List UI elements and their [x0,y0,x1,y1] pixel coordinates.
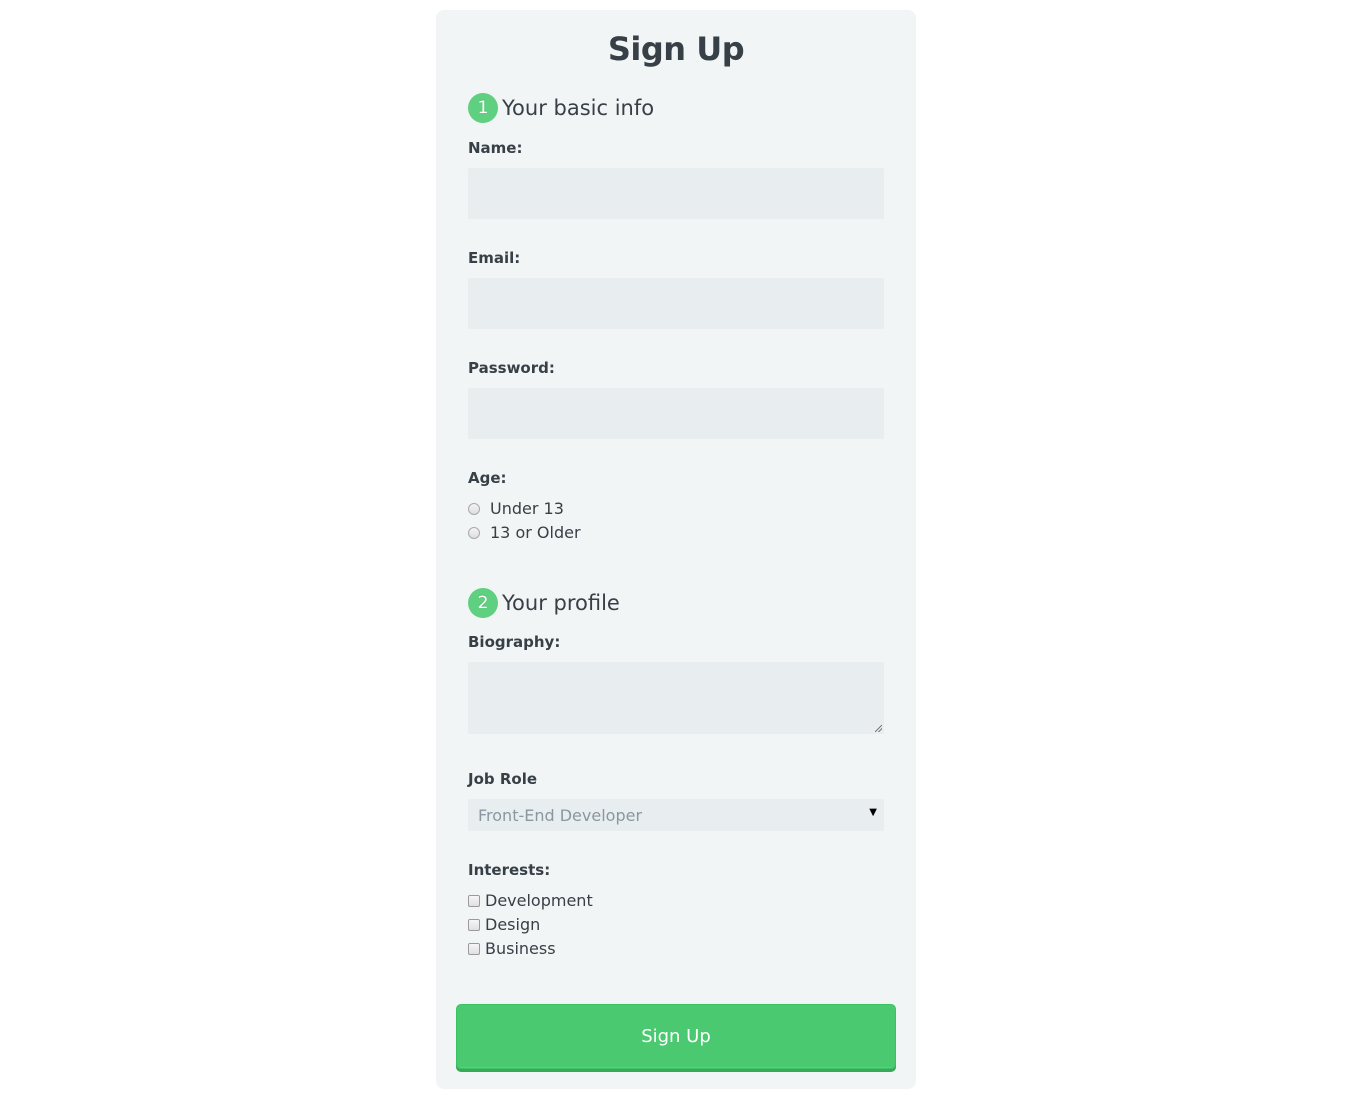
age-option-under-13[interactable]: Under 13 [468,499,564,518]
checkbox-label: Design [485,915,541,934]
checkbox-label: Business [485,939,556,958]
job-role-select[interactable]: Front-End Developer ▼ [468,799,884,831]
interest-option-design[interactable]: Design [468,915,540,934]
name-input[interactable] [468,168,884,219]
radio-label: 13 or Older [490,523,581,542]
interest-option-development[interactable]: Development [468,891,593,910]
radio-label: Under 13 [490,499,564,518]
checkbox-label: Development [485,891,593,910]
dropdown-arrow-icon: ▼ [869,807,877,818]
radio-button[interactable] [468,502,480,515]
resize-handle-icon[interactable] [875,725,882,732]
section-profile: 2 Your profile [468,588,620,618]
page-title: Sign Up [607,30,745,68]
biography-textarea[interactable] [468,662,884,734]
section-title: Your profile [502,591,620,615]
name-label: Name: [468,139,523,157]
age-option-13-or-older[interactable]: 13 or Older [468,523,581,542]
section-title: Your basic info [502,96,655,120]
biography-label: Biography: [468,633,561,651]
step-number-badge: 1 [468,93,498,123]
email-input[interactable] [468,278,884,329]
interests-label: Interests: [468,861,551,879]
signup-form: Sign Up 1 Your basic info Name: Email: P… [436,10,916,1089]
job-role-label: Job Role [468,770,538,788]
email-label: Email: [468,249,521,267]
step-number-badge: 2 [468,588,498,618]
checkbox[interactable] [468,894,480,907]
password-label: Password: [468,359,555,377]
checkbox[interactable] [468,942,480,955]
checkbox[interactable] [468,918,480,931]
job-role-selected-value: Front-End Developer [478,806,643,825]
sign-up-button[interactable]: Sign Up [456,1004,896,1069]
section-basic-info: 1 Your basic info [468,93,654,123]
password-input[interactable] [468,388,884,439]
interest-option-business[interactable]: Business [468,939,556,958]
radio-button[interactable] [468,526,480,539]
age-label: Age: [468,469,507,487]
